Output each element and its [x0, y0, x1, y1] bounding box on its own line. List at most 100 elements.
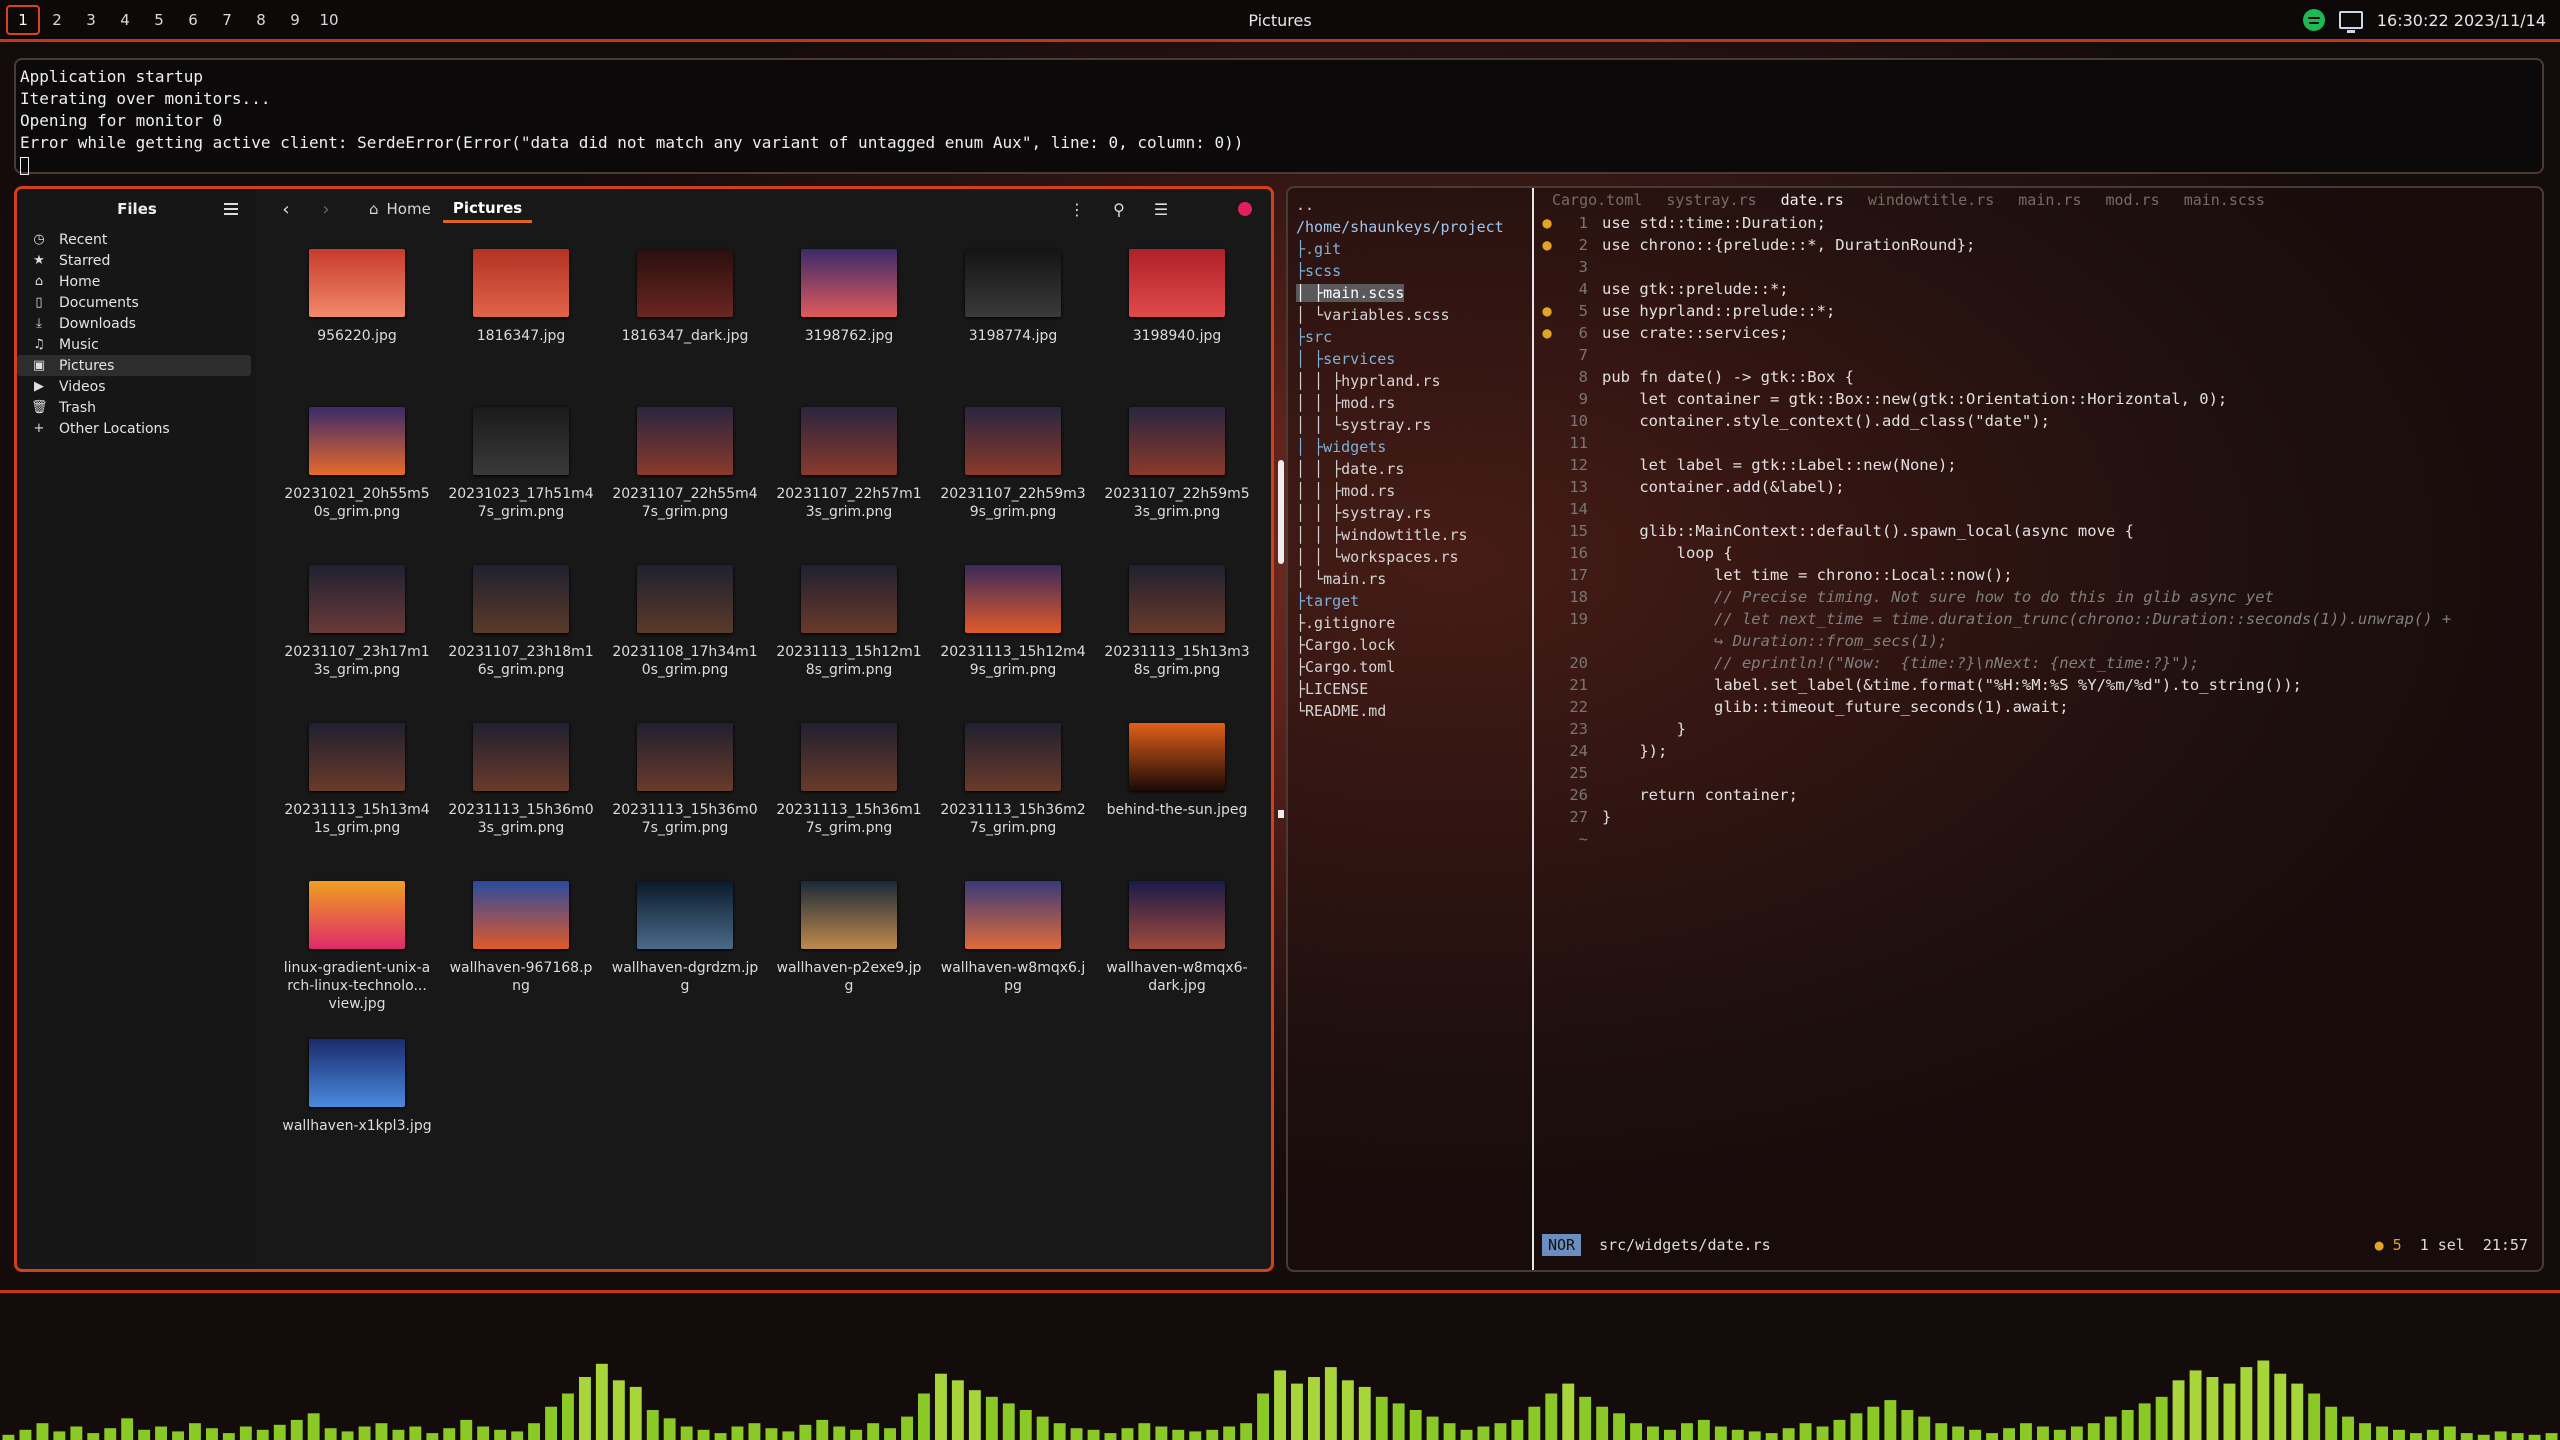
file-item[interactable]: wallhaven-dgrdzm.jpg — [603, 877, 767, 1021]
status-file: src/widgets/date.rs — [1599, 1236, 1771, 1254]
file-item[interactable]: 20231107_23h18m16s_grim.png — [439, 561, 603, 705]
file-item[interactable]: 20231107_22h59m53s_grim.png — [1095, 403, 1259, 547]
sidebar-item-pictures[interactable]: ▣ Pictures — [17, 355, 251, 376]
file-item[interactable]: 3198774.jpg — [931, 245, 1095, 389]
tree-item[interactable]: ├target — [1288, 590, 1532, 612]
file-item[interactable]: 20231113_15h12m18s_grim.png — [767, 561, 931, 705]
tree-item[interactable]: │ └main.rs — [1288, 568, 1532, 590]
tree-item[interactable]: │ │ ├systray.rs — [1288, 502, 1532, 524]
file-item[interactable]: 20231021_20h55m50s_grim.png — [275, 403, 439, 547]
tree-item[interactable]: └README.md — [1288, 700, 1532, 722]
line-number — [1556, 630, 1602, 652]
tree-item[interactable]: │ ├widgets — [1288, 436, 1532, 458]
file-item[interactable]: 20231113_15h13m38s_grim.png — [1095, 561, 1259, 705]
file-item[interactable]: 20231107_22h55m47s_grim.png — [603, 403, 767, 547]
sidebar-item-home[interactable]: ⌂ Home — [17, 271, 257, 292]
file-item[interactable]: 20231113_15h36m27s_grim.png — [931, 719, 1095, 863]
tree-item[interactable]: │ │ ├mod.rs — [1288, 392, 1532, 414]
sidebar-item-recent[interactable]: ◷ Recent — [17, 229, 257, 250]
file-item[interactable]: wallhaven-w8mqx6-dark.jpg — [1095, 877, 1259, 1021]
editor-tab[interactable]: main.scss — [2184, 191, 2265, 210]
breadcrumb-home[interactable]: ⌂ Home — [359, 195, 441, 223]
list-view-icon[interactable]: ☰ — [1145, 195, 1177, 223]
visualizer-bar — [2037, 1426, 2049, 1440]
file-item[interactable]: wallhaven-w8mqx6.jpg — [931, 877, 1095, 1021]
tree-item[interactable]: │ │ ├hyprland.rs — [1288, 370, 1532, 392]
code-view[interactable]: ● 1 use std::time::Duration; ● 2 use chrono::… — [1538, 212, 2542, 850]
editor-tab[interactable]: windowtitle.rs — [1868, 191, 1994, 210]
code-text: // let next_time = time.duration_trunc(c… — [1602, 610, 2452, 628]
file-item[interactable]: 20231108_17h34m10s_grim.png — [603, 561, 767, 705]
sidebar-item-other-locations[interactable]: + Other Locations — [17, 418, 257, 439]
tree-item[interactable]: /home/shaunkeys/project — [1288, 216, 1532, 238]
file-item[interactable]: 20231107_23h17m13s_grim.png — [275, 561, 439, 705]
visualizer-bar — [409, 1426, 422, 1440]
editor-tab[interactable]: mod.rs — [2106, 191, 2160, 210]
spotify-icon[interactable] — [2302, 9, 2325, 31]
sidebar-item-videos[interactable]: ▶ Videos — [17, 376, 257, 397]
back-button[interactable]: ‹ — [271, 195, 301, 223]
file-item[interactable]: wallhaven-p2exe9.jpg — [767, 877, 931, 1021]
file-item[interactable]: 20231107_22h57m13s_grim.png — [767, 403, 931, 547]
search-icon[interactable]: ⚲ — [1103, 195, 1135, 223]
tree-item[interactable]: │ ├services — [1288, 348, 1532, 370]
tree-item[interactable]: ├Cargo.lock — [1288, 634, 1532, 656]
tree-item[interactable]: .. — [1288, 194, 1532, 216]
sidebar-item-downloads[interactable]: ⤓ Downloads — [17, 313, 257, 334]
sidebar-item-documents[interactable]: ▯ Documents — [17, 292, 257, 313]
tree-item[interactable]: │ │ ├windowtitle.rs — [1288, 524, 1532, 546]
file-item[interactable]: wallhaven-x1kpl3.jpg — [275, 1035, 439, 1179]
file-item[interactable]: linux-gradient-unix-arch-linux-technolo.… — [275, 877, 439, 1021]
editor-tab[interactable]: Cargo.toml — [1552, 191, 1642, 210]
file-item[interactable]: 956220.jpg — [275, 245, 439, 389]
empty-button[interactable] — [1187, 195, 1219, 223]
file-item[interactable]: 20231113_15h12m49s_grim.png — [931, 561, 1095, 705]
tree-item[interactable]: │ │ └systray.rs — [1288, 414, 1532, 436]
file-item[interactable]: 3198940.jpg — [1095, 245, 1259, 389]
visualizer-bar — [2393, 1429, 2405, 1440]
file-item[interactable]: behind-the-sun.jpeg — [1095, 719, 1259, 863]
more-options-icon[interactable]: ⋮ — [1061, 195, 1093, 223]
file-item[interactable]: 20231113_15h13m41s_grim.png — [275, 719, 439, 863]
monitor-icon[interactable] — [2338, 11, 2363, 33]
editor-tab[interactable]: date.rs — [1781, 191, 1844, 210]
tree-item[interactable]: ├src — [1288, 326, 1532, 348]
tree-item[interactable]: ├.gitignore — [1288, 612, 1532, 634]
tree-item[interactable]: │ │ └workspaces.rs — [1288, 546, 1532, 568]
tree-item[interactable]: ├Cargo.toml — [1288, 656, 1532, 678]
breadcrumb-current[interactable]: Pictures — [442, 195, 533, 223]
sidebar-item-trash[interactable]: 🗑 Trash — [17, 397, 257, 418]
file-item[interactable]: 20231113_15h36m07s_grim.png — [603, 719, 767, 863]
tree-item[interactable]: ├scss — [1288, 260, 1532, 282]
tree-item[interactable]: │ │ ├date.rs — [1288, 458, 1532, 480]
sidebar-item-starred[interactable]: ★ Starred — [17, 250, 257, 271]
file-thumbnail — [965, 407, 1061, 475]
file-item[interactable]: 1816347.jpg — [439, 245, 603, 389]
tree-item[interactable]: │ │ ├mod.rs — [1288, 480, 1532, 502]
file-item[interactable]: 20231113_15h36m17s_grim.png — [767, 719, 931, 863]
file-item[interactable]: 3198762.jpg — [767, 245, 931, 389]
close-window-button[interactable] — [1229, 195, 1261, 223]
file-item[interactable]: 20231107_22h59m39s_grim.png — [931, 403, 1095, 547]
tree-item[interactable]: │ ├main.scss — [1288, 282, 1532, 304]
file-item[interactable]: 20231023_17h51m47s_grim.png — [439, 403, 603, 547]
scrollbar-handle[interactable] — [1278, 460, 1284, 564]
sidebar-item-label: Trash — [59, 399, 96, 416]
forward-button[interactable]: › — [311, 195, 341, 223]
terminal-window[interactable]: Application startup Iterating over monito… — [14, 58, 2544, 175]
editor-tab[interactable]: systray.rs — [1666, 191, 1756, 210]
editor-tab[interactable]: main.rs — [2018, 191, 2081, 210]
visualizer-bar — [2308, 1393, 2321, 1440]
tree-item[interactable]: ├.git — [1288, 238, 1532, 260]
file-item[interactable]: wallhaven-967168.png — [439, 877, 603, 1021]
line-number: 15 — [1569, 522, 1588, 540]
visualizer-bar — [935, 1373, 947, 1440]
cursor-position: 21:57 — [2482, 1236, 2528, 1254]
file-item[interactable]: 1816347_dark.jpg — [603, 245, 767, 389]
sidebar-item-music[interactable]: ♫ Music — [17, 334, 257, 355]
hamburger-menu-icon[interactable] — [219, 198, 243, 220]
file-item[interactable]: 20231113_15h36m03s_grim.png — [439, 719, 603, 863]
code-line: 21 label.set_label(&time.format("%H:%M:%… — [1538, 674, 2542, 696]
tree-item[interactable]: │ └variables.scss — [1288, 304, 1532, 326]
tree-item[interactable]: ├LICENSE — [1288, 678, 1532, 700]
